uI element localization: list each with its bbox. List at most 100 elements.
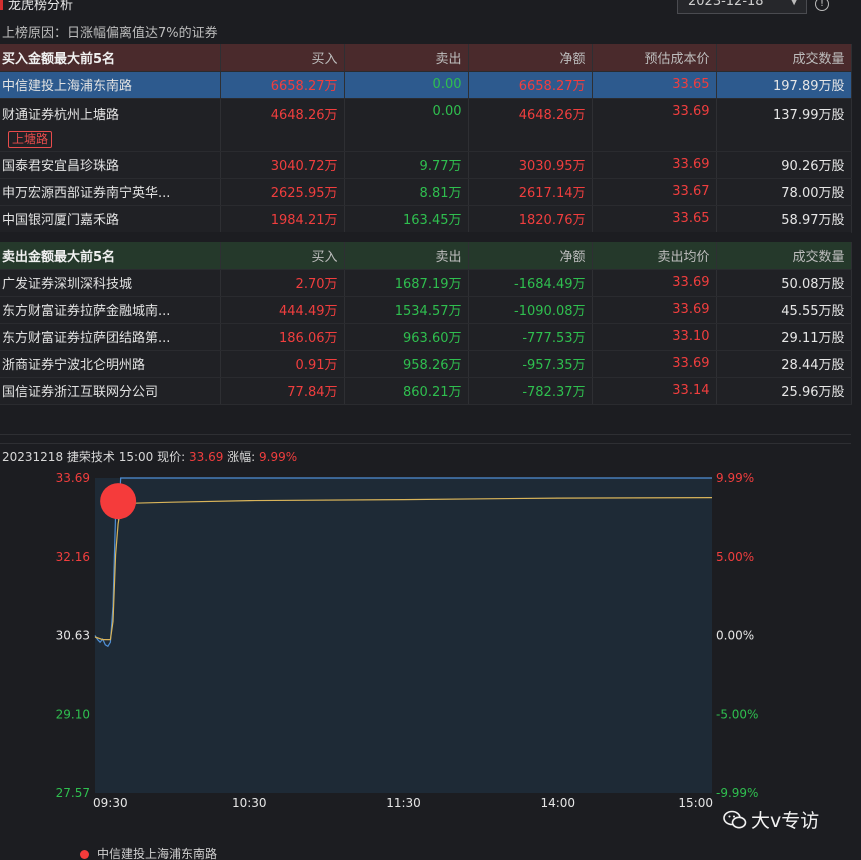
sell-amount: 8.81万: [344, 178, 469, 206]
y-left-tick-label: 30.63: [56, 629, 90, 643]
net-amount: 2617.14万: [468, 178, 593, 206]
sell-amount: 0.00: [344, 98, 469, 152]
sell-amount: 1687.19万: [344, 269, 469, 297]
table-row[interactable]: 广发证券深圳深科技城 2.70万 1687.19万 -1684.49万 33.6…: [0, 269, 852, 297]
section-divider: [0, 434, 851, 435]
volume: 45.55万股: [716, 296, 852, 324]
col-header-net: 净额: [468, 44, 593, 72]
broker-name: 东方财富证券拉萨团结路第...: [0, 323, 221, 351]
table-separator: [0, 232, 851, 242]
col-header-volume: 成交数量: [716, 44, 852, 72]
watermark: 大v专访: [723, 806, 819, 833]
buy-amount: 444.49万: [220, 296, 345, 324]
broker-tag[interactable]: 上塘路: [8, 130, 53, 148]
broker-name: 广发证券深圳深科技城: [0, 269, 221, 297]
y-left-tick-label: 29.10: [56, 707, 90, 721]
avg-sell-price: 33.10: [592, 323, 717, 351]
x-tick-label: 10:30: [232, 796, 267, 810]
volume: 197.89万股: [716, 71, 852, 99]
broker-name: 申万宏源西部证券南宁英华...: [0, 178, 221, 206]
legend-marker-dot: [80, 850, 89, 859]
sell-amount: 9.77万: [344, 151, 469, 179]
volume: 90.26万股: [716, 151, 852, 179]
col-header-name: 卖出金额最大前5名: [0, 242, 221, 270]
chart-marker: [100, 483, 137, 520]
cost-price: 33.65: [592, 71, 717, 99]
page-title: 龙虎榜分析: [8, 0, 74, 13]
table-header-row: 卖出金额最大前5名 买入 卖出 净额 卖出均价 成交数量: [0, 242, 852, 270]
table-row[interactable]: 东方财富证券拉萨团结路第... 186.06万 963.60万 -777.53万…: [0, 323, 852, 351]
col-header-buy: 买入: [220, 242, 345, 270]
buy-amount: 77.84万: [220, 377, 345, 405]
sell-amount: 0.00: [344, 71, 469, 99]
table-row[interactable]: 浙商证券宁波北仑明州路 0.91万 958.26万 -957.35万 33.69…: [0, 350, 852, 378]
title-accent-bar: [0, 0, 3, 10]
top-bar: 龙虎榜分析 2023-12-18 ▼ !: [0, 0, 851, 16]
volume: 58.97万股: [716, 205, 852, 233]
table-row[interactable]: 东方财富证券拉萨金融城南... 444.49万 1534.57万 -1090.0…: [0, 296, 852, 324]
volume: 29.11万股: [716, 323, 852, 351]
buy-amount: 1984.21万: [220, 205, 345, 233]
net-amount: -1090.08万: [468, 296, 593, 324]
x-tick-label: 09:30: [93, 796, 128, 810]
trade-marker-dot: [100, 483, 137, 520]
col-header-net: 净额: [468, 242, 593, 270]
net-amount: -1684.49万: [468, 269, 593, 297]
table-row[interactable]: 财通证券杭州上塘路 上塘路 4648.26万 0.00 4648.26万 33.…: [0, 98, 852, 152]
intraday-chart[interactable]: 33.69 32.16 30.63 29.10 27.57 9.99% 5.00% 0.00%…: [0, 443, 861, 860]
col-header-price: 预估成本价: [592, 44, 717, 72]
sell-top5-table: 卖出金额最大前5名 买入 卖出 净额 卖出均价 成交数量 广发证券深圳深科技城 …: [0, 242, 852, 405]
buy-amount: 4648.26万: [220, 98, 345, 152]
chart-legend: 中信建投上海浦东南路: [80, 845, 217, 860]
buy-amount: 186.06万: [220, 323, 345, 351]
broker-name: 中国银河厦门嘉禾路: [0, 205, 221, 233]
broker-name: 国泰君安宜昌珍珠路: [0, 151, 221, 179]
col-header-sell: 卖出: [344, 44, 469, 72]
col-header-sell: 卖出: [344, 242, 469, 270]
net-amount: -782.37万: [468, 377, 593, 405]
y-right-tick-label: -9.99%: [716, 786, 758, 800]
net-amount: 6658.27万: [468, 71, 593, 99]
date-select[interactable]: 2023-12-18 ▼: [677, 0, 807, 14]
x-tick-label: 14:00: [540, 796, 575, 810]
table-row[interactable]: 申万宏源西部证券南宁英华... 2625.95万 8.81万 2617.14万 …: [0, 178, 852, 206]
y-right-tick-label: 5.00%: [716, 550, 754, 564]
x-tick-label: 11:30: [386, 796, 421, 810]
sell-amount: 860.21万: [344, 377, 469, 405]
info-icon[interactable]: !: [815, 0, 829, 11]
broker-name: 东方财富证券拉萨金融城南...: [0, 296, 221, 324]
col-header-buy: 买入: [220, 44, 345, 72]
avg-sell-price: 33.14: [592, 377, 717, 405]
buy-amount: 2625.95万: [220, 178, 345, 206]
col-header-price: 卖出均价: [592, 242, 717, 270]
chevron-down-icon: ▼: [790, 0, 798, 7]
col-header-name: 买入金额最大前5名: [0, 44, 221, 72]
plot-area: [95, 478, 712, 793]
cost-price: 33.69: [592, 98, 717, 152]
sell-amount: 163.45万: [344, 205, 469, 233]
sell-amount: 1534.57万: [344, 296, 469, 324]
y-right-tick-label: 0.00%: [716, 629, 754, 643]
volume: 28.44万股: [716, 350, 852, 378]
broker-name: 财通证券杭州上塘路: [2, 107, 120, 123]
broker-name: 浙商证券宁波北仑明州路: [0, 350, 221, 378]
buy-amount: 6658.27万: [220, 71, 345, 99]
listing-reason: 上榜原因：日涨幅偏离值达7%的证券: [2, 26, 218, 41]
table-header-row: 买入金额最大前5名 买入 卖出 净额 预估成本价 成交数量: [0, 44, 852, 72]
date-select-value: 2023-12-18: [688, 0, 764, 9]
avg-sell-price: 33.69: [592, 350, 717, 378]
wechat-icon: [723, 810, 747, 829]
table-row[interactable]: 国信证券浙江互联网分公司 77.84万 860.21万 -782.37万 33.…: [0, 377, 852, 405]
net-amount: 3030.95万: [468, 151, 593, 179]
avg-sell-price: 33.69: [592, 269, 717, 297]
broker-name: 中信建投上海浦东南路: [0, 71, 221, 99]
y-left-tick-label: 33.69: [56, 471, 90, 485]
sell-amount: 963.60万: [344, 323, 469, 351]
y-left-tick-label: 27.57: [56, 786, 90, 800]
watermark-text: 大v专访: [751, 810, 820, 832]
table-row[interactable]: 国泰君安宜昌珍珠路 3040.72万 9.77万 3030.95万 33.69 …: [0, 151, 852, 179]
table-row[interactable]: 中信建投上海浦东南路 6658.27万 0.00 6658.27万 33.65 …: [0, 71, 852, 99]
table-row[interactable]: 中国银河厦门嘉禾路 1984.21万 163.45万 1820.76万 33.6…: [0, 205, 852, 233]
buy-amount: 0.91万: [220, 350, 345, 378]
net-amount: 4648.26万: [468, 98, 593, 152]
